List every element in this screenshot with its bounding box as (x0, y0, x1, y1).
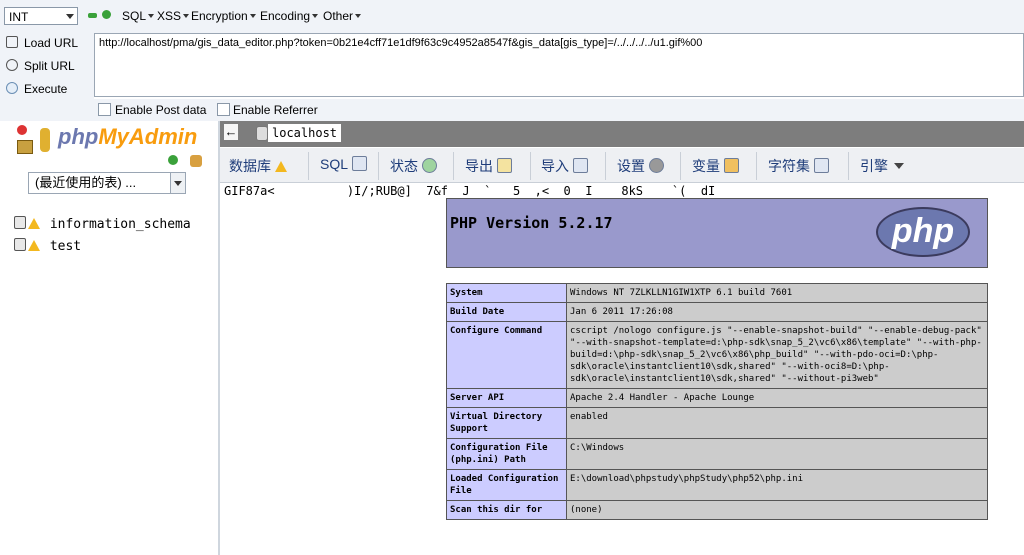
caret-icon (312, 14, 319, 18)
hackbar-type-select[interactable]: INT (4, 7, 78, 25)
tab-divider (680, 152, 681, 180)
chevron-down-icon (894, 163, 904, 169)
table-row: System Windows NT 7ZLKLLN1GIW1XTP 6.1 bui… (446, 283, 988, 303)
enable-referrer-label: Enable Referrer (233, 103, 318, 117)
chevron-down-icon (170, 173, 185, 193)
db-item-information-schema[interactable]: information_schema (14, 216, 191, 232)
phpinfo-value: Windows NT 7ZLKLLN1GIW1XTP 6.1 build 760… (566, 283, 988, 303)
menu-sql[interactable]: SQL (122, 9, 155, 23)
enable-post-checkbox[interactable] (98, 103, 111, 116)
phpinfo-value: enabled (566, 407, 988, 439)
back-arrow-icon[interactable]: ← (224, 124, 238, 140)
tab-sql[interactable]: SQL (320, 156, 368, 172)
php-version-title: PHP Version 5.2.17 (450, 214, 613, 232)
split-url-button[interactable]: Split URL (6, 59, 75, 73)
caret-icon (355, 14, 362, 18)
load-url-button[interactable]: Load URL (6, 36, 78, 50)
increase-icon[interactable] (102, 10, 111, 19)
phpinfo-key: Configure Command (446, 321, 567, 389)
server-icon (256, 126, 268, 141)
load-url-icon (6, 36, 18, 48)
phpinfo-key: Configuration File (php.ini) Path (446, 438, 567, 470)
status-icon (422, 158, 437, 173)
phpinfo-value: C:\Windows (566, 438, 988, 470)
tab-export[interactable]: 导出 (465, 156, 512, 176)
tab-import[interactable]: 导入 (541, 156, 588, 176)
tab-settings[interactable]: 设置 (617, 156, 664, 176)
table-row: Scan this dir for (none) (446, 500, 988, 520)
tab-divider (756, 152, 757, 180)
menu-xss[interactable]: XSS (157, 9, 190, 23)
hackbar-type-value: INT (9, 10, 29, 24)
execute-button[interactable]: Execute (6, 82, 67, 96)
caret-icon (249, 14, 256, 18)
menu-encoding[interactable]: Encoding (260, 9, 319, 23)
warning-icon (28, 240, 40, 251)
tab-variables[interactable]: 变量 (692, 156, 739, 176)
charset-icon (814, 158, 829, 173)
tab-databases[interactable]: 数据库 (229, 156, 289, 176)
tab-charset[interactable]: 字符集 (768, 156, 829, 176)
phpmyadmin-logo[interactable]: phpMyAdmin (58, 124, 197, 150)
database-icon (14, 216, 26, 229)
table-row: Build Date Jan 6 2011 17:26:08 (446, 302, 988, 322)
tab-status[interactable]: 状态 (390, 156, 437, 176)
home-icon[interactable] (17, 140, 33, 154)
database-icon (14, 238, 26, 251)
menu-encryption[interactable]: Encryption (191, 9, 256, 23)
phpinfo-key: System (446, 283, 567, 303)
caret-icon (148, 14, 155, 18)
phpinfo-value: Apache 2.4 Handler - Apache Lounge (566, 388, 988, 408)
warning-icon (28, 218, 40, 229)
decrease-icon[interactable] (88, 13, 97, 18)
raw-output-text: GIF87a< )I/;RUB@] 7&f J ` 5 ,< 0 I 8kS `… (224, 184, 716, 198)
phpinfo-key: Server API (446, 388, 567, 408)
url-textarea[interactable]: http://localhost/pma/gis_data_editor.php… (94, 33, 1024, 97)
tab-divider (308, 152, 309, 180)
tab-divider (605, 152, 606, 180)
phpinfo-value: E:\download\phpstudy\phpStudy\php52\php.… (566, 469, 988, 501)
phpinfo-key: Build Date (446, 302, 567, 322)
close-icon[interactable] (17, 125, 27, 135)
table-row: Configure Command cscript /nologo configu… (446, 321, 988, 389)
tab-divider (848, 152, 849, 180)
recent-tables-select[interactable]: (最近使用的表) ... (28, 172, 186, 194)
table-row: Virtual Directory Support enabled (446, 407, 988, 439)
tab-divider (453, 152, 454, 180)
phpinfo-key: Loaded Configuration File (446, 469, 567, 501)
key-icon (40, 128, 50, 152)
table-row: Loaded Configuration File E:\download\php… (446, 469, 988, 501)
chevron-down-icon (66, 14, 74, 19)
table-row: Server API Apache 2.4 Handler - Apache Lo… (446, 388, 988, 408)
table-row: Configuration File (php.ini) Path C:\Wind… (446, 438, 988, 470)
caret-icon (183, 14, 190, 18)
import-icon (573, 158, 588, 173)
warning-icon (275, 161, 287, 172)
php-logo: php (876, 207, 970, 257)
tab-engines[interactable]: 引擎 (860, 156, 904, 176)
tab-divider (530, 152, 531, 180)
menu-other[interactable]: Other (323, 9, 362, 23)
reload-icon[interactable] (168, 155, 178, 165)
phpinfo-table: System Windows NT 7ZLKLLN1GIW1XTP 6.1 bui… (446, 283, 988, 520)
enable-post-label: Enable Post data (115, 103, 207, 117)
sql-icon (352, 156, 368, 171)
phpinfo-value: (none) (566, 500, 988, 520)
breadcrumb-server[interactable]: localhost (268, 124, 342, 142)
play-icon (6, 82, 18, 94)
phpinfo-value: Jan 6 2011 17:26:08 (566, 302, 988, 322)
phpinfo-key: Scan this dir for (446, 500, 567, 520)
settings-icon (649, 158, 664, 173)
enable-referrer-checkbox[interactable] (217, 103, 230, 116)
export-icon (497, 158, 512, 173)
phpinfo-key: Virtual Directory Support (446, 407, 567, 439)
db-item-test[interactable]: test (14, 238, 81, 254)
scissors-icon (6, 59, 18, 71)
tab-divider (378, 152, 379, 180)
users-icon[interactable] (190, 155, 202, 167)
variables-icon (724, 158, 739, 173)
phpinfo-value: cscript /nologo configure.js "--enable-s… (566, 321, 988, 389)
